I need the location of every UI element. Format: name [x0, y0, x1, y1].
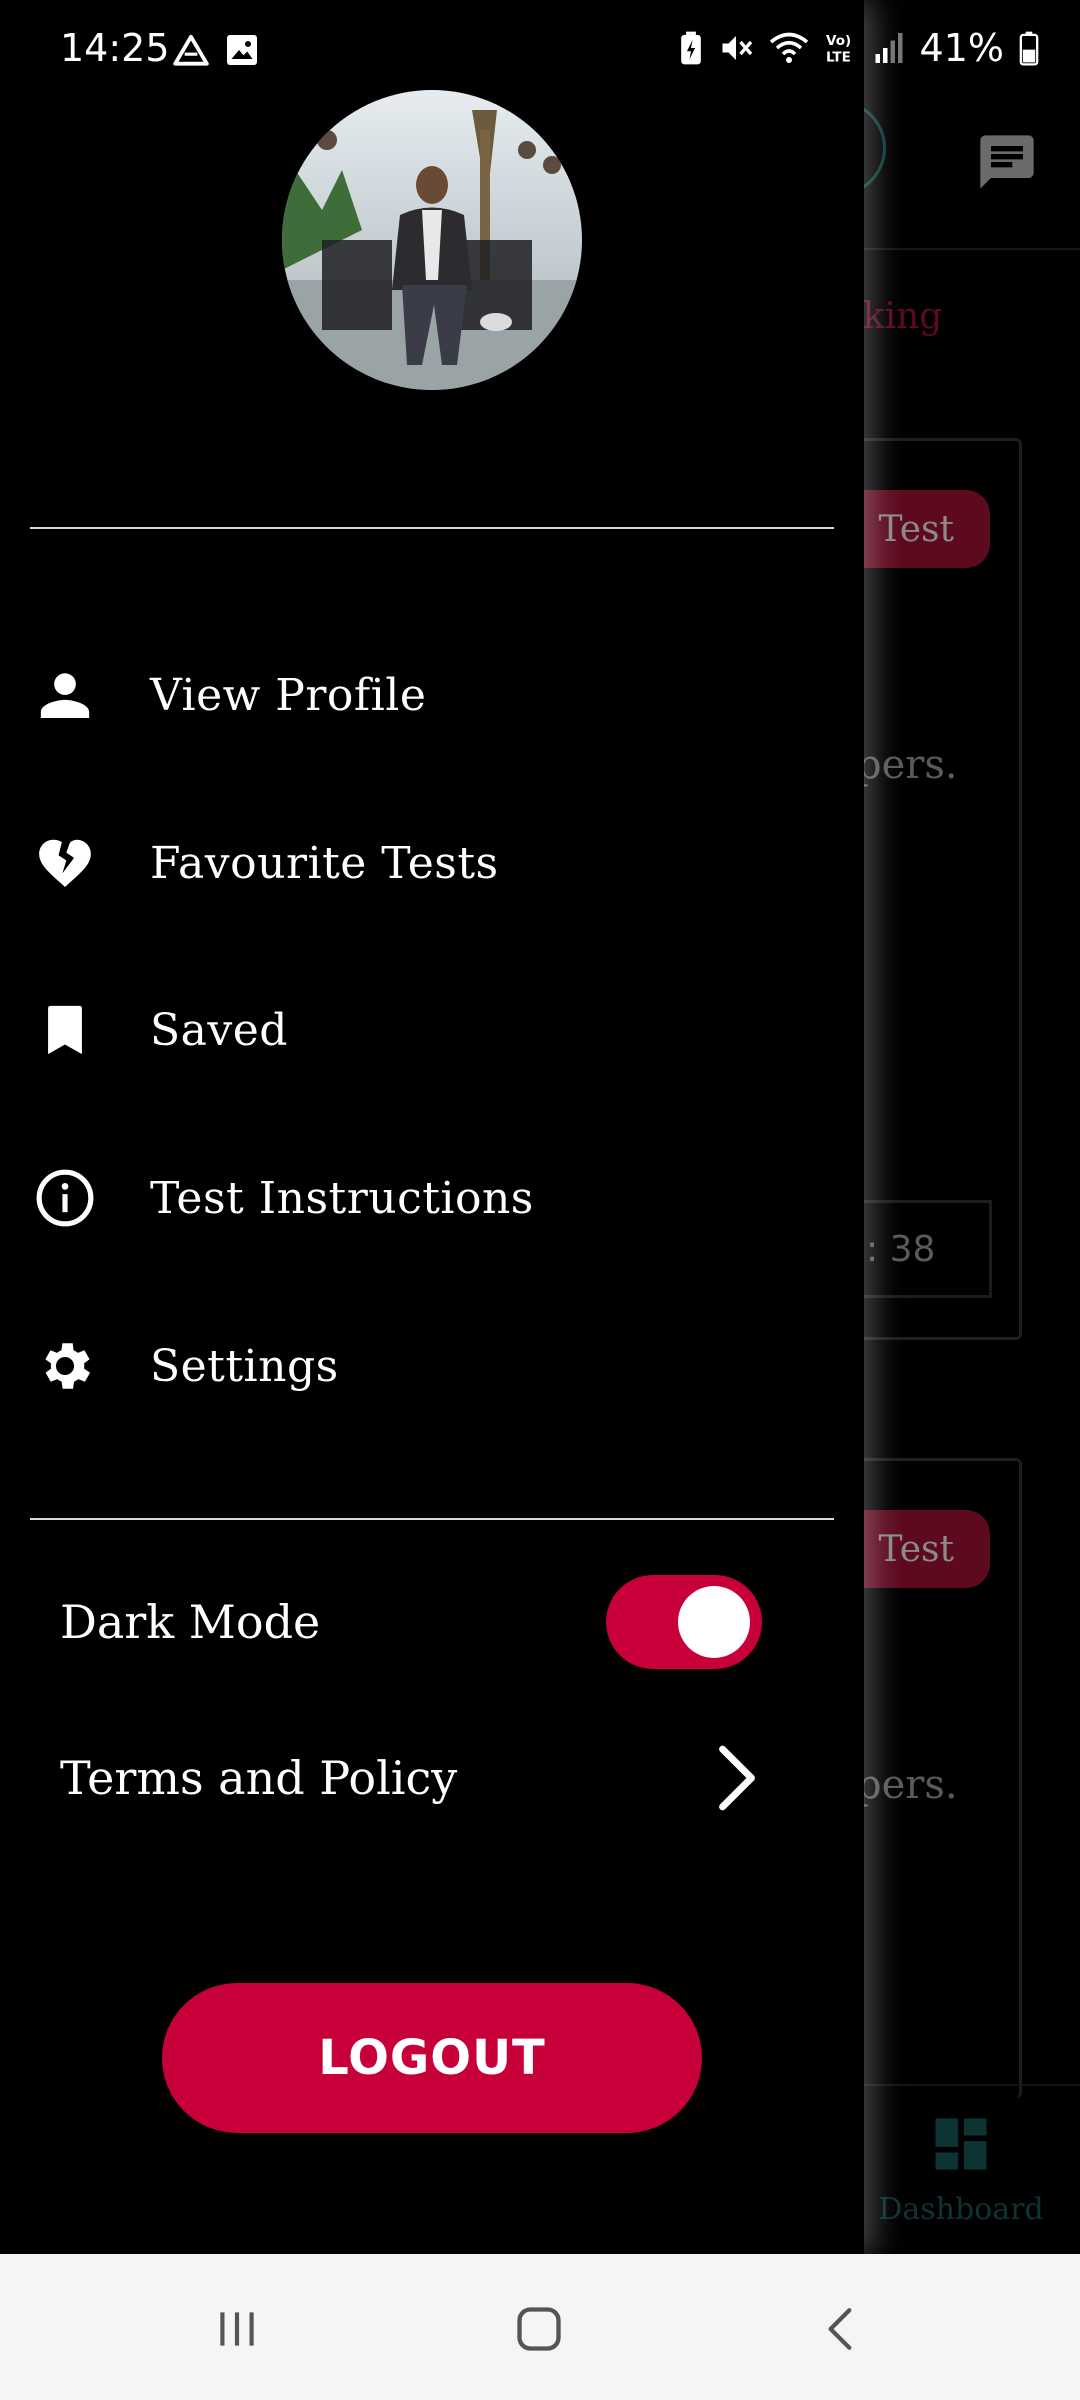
back-icon	[828, 2308, 852, 2350]
drawer-divider-top	[30, 527, 834, 529]
system-navigation-bar	[0, 2254, 1080, 2400]
battery-percent: 41%	[919, 26, 1004, 70]
background-card-text: pers.	[856, 742, 958, 788]
navigation-drawer: View Profile Favourite Tests Saved Test …	[0, 0, 864, 2254]
recents-button[interactable]	[192, 2284, 282, 2374]
menu-item-label: Favourite Tests	[150, 837, 499, 889]
terms-and-policy-row[interactable]: Terms and Policy	[0, 1718, 864, 1838]
dark-mode-toggle[interactable]	[606, 1575, 762, 1669]
status-bar: 14:25 Vo) LTE 41%	[0, 0, 1080, 100]
menu-item-label: Test Instructions	[150, 1172, 534, 1224]
info-icon	[34, 1167, 96, 1229]
signal-icon	[875, 33, 903, 63]
menu-item-settings[interactable]: Settings	[0, 1296, 864, 1436]
mute-icon	[722, 36, 752, 60]
volte-icon: Vo)LTE	[826, 33, 851, 66]
broken-heart-icon	[34, 832, 96, 894]
svg-text:LTE: LTE	[826, 50, 851, 66]
image-icon	[227, 35, 257, 65]
chevron-right-icon	[719, 1745, 755, 1811]
background-header-divider	[864, 248, 1080, 250]
bookmark-icon	[34, 999, 96, 1061]
back-button[interactable]	[796, 2284, 886, 2374]
dashboard-icon[interactable]	[927, 2110, 995, 2178]
home-icon	[517, 2307, 561, 2351]
battery-saver-icon	[680, 31, 701, 65]
menu-item-label: View Profile	[150, 669, 427, 721]
drive-icon	[173, 34, 209, 66]
menu-item-label: Settings	[150, 1340, 339, 1392]
menu-item-saved[interactable]: Saved	[0, 960, 864, 1100]
menu-item-label: Saved	[150, 1004, 288, 1056]
person-icon	[34, 664, 96, 726]
chat-icon[interactable]	[975, 130, 1039, 194]
dashboard-nav-label: Dashboard	[878, 2192, 1044, 2227]
menu-item-favourite-tests[interactable]: Favourite Tests	[0, 793, 864, 933]
terms-label: Terms and Policy	[60, 1751, 458, 1805]
home-button[interactable]	[494, 2284, 584, 2374]
status-time: 14:25	[60, 26, 170, 70]
menu-item-test-instructions[interactable]: Test Instructions	[0, 1128, 864, 1268]
recents-icon	[220, 2312, 254, 2346]
background-card-text: pers.	[856, 1762, 958, 1808]
menu-item-view-profile[interactable]: View Profile	[0, 625, 864, 765]
dark-mode-row: Dark Mode	[0, 1562, 864, 1682]
battery-icon	[1019, 31, 1039, 66]
svg-text:Vo): Vo)	[826, 33, 851, 49]
toggle-knob	[678, 1586, 750, 1658]
drawer-divider-bottom	[30, 1518, 834, 1520]
gear-icon	[34, 1335, 96, 1397]
dark-mode-label: Dark Mode	[60, 1595, 321, 1649]
wifi-icon	[769, 32, 808, 63]
logout-button[interactable]: LOGOUT	[162, 1983, 702, 2133]
avatar[interactable]	[282, 90, 582, 390]
